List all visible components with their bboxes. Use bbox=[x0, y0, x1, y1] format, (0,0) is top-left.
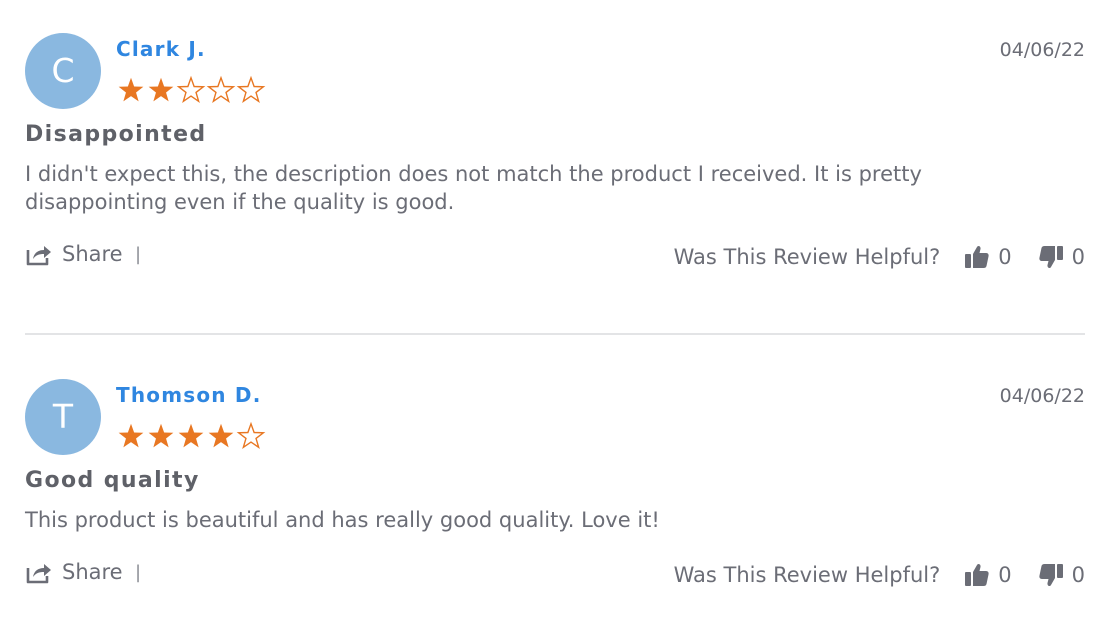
review-body: I didn't expect this, the description do… bbox=[25, 162, 922, 214]
star-filled-icon bbox=[148, 423, 174, 448]
reviewer-name[interactable]: Clark J. bbox=[116, 37, 206, 61]
helpful-question: Was This Review Helpful? bbox=[673, 563, 941, 587]
share-label: Share bbox=[62, 560, 123, 584]
downvote-button[interactable]: 0 bbox=[1038, 244, 1085, 270]
star-filled-icon bbox=[148, 77, 174, 102]
downvote-button[interactable]: 0 bbox=[1038, 562, 1085, 588]
review-date: 04/06/22 bbox=[999, 385, 1085, 407]
upvote-button[interactable]: 0 bbox=[964, 244, 1012, 270]
separator: | bbox=[135, 244, 142, 265]
star-filled-icon bbox=[118, 77, 144, 102]
avatar: C bbox=[25, 33, 101, 109]
share-button[interactable]: Share bbox=[25, 242, 123, 266]
star-filled-icon bbox=[208, 423, 234, 448]
thumbs-up-icon bbox=[965, 245, 989, 268]
star-filled-icon bbox=[118, 423, 144, 448]
star-empty-icon bbox=[206, 75, 236, 104]
share-label: Share bbox=[62, 242, 123, 266]
upvote-button[interactable]: 0 bbox=[964, 562, 1012, 588]
review-date: 04/06/22 bbox=[999, 39, 1085, 61]
share-button[interactable]: Share bbox=[25, 560, 123, 584]
upvote-count: 0 bbox=[998, 563, 1012, 587]
thumbs-down-icon bbox=[1038, 564, 1063, 587]
downvote-count: 0 bbox=[1071, 563, 1085, 587]
review-title: Good quality bbox=[25, 468, 200, 493]
review-footer: Share | Was This Review Helpful? 0 0 bbox=[25, 560, 1085, 590]
review-title: Disappointed bbox=[25, 122, 207, 147]
star-rating bbox=[116, 75, 266, 105]
star-empty-icon bbox=[236, 75, 266, 104]
star-empty-icon bbox=[236, 421, 266, 450]
helpful-section: Was This Review Helpful? 0 0 bbox=[674, 242, 1085, 272]
review-footer: Share | Was This Review Helpful? 0 0 bbox=[25, 242, 1085, 272]
share-icon bbox=[26, 246, 51, 266]
avatar: T bbox=[25, 379, 101, 455]
helpful-section: Was This Review Helpful? 0 0 bbox=[674, 560, 1085, 590]
share-icon bbox=[26, 564, 51, 584]
upvote-count: 0 bbox=[998, 245, 1012, 269]
review-body: This product is beautiful and has really… bbox=[25, 508, 660, 532]
reviewer-name[interactable]: Thomson D. bbox=[116, 383, 262, 407]
review-divider bbox=[25, 333, 1085, 335]
star-empty-icon bbox=[176, 75, 206, 104]
downvote-count: 0 bbox=[1071, 245, 1085, 269]
star-filled-icon bbox=[178, 423, 204, 448]
separator: | bbox=[135, 562, 142, 583]
helpful-question: Was This Review Helpful? bbox=[673, 245, 941, 269]
thumbs-down-icon bbox=[1038, 246, 1063, 269]
thumbs-up-icon bbox=[965, 563, 989, 586]
star-rating bbox=[116, 421, 266, 451]
